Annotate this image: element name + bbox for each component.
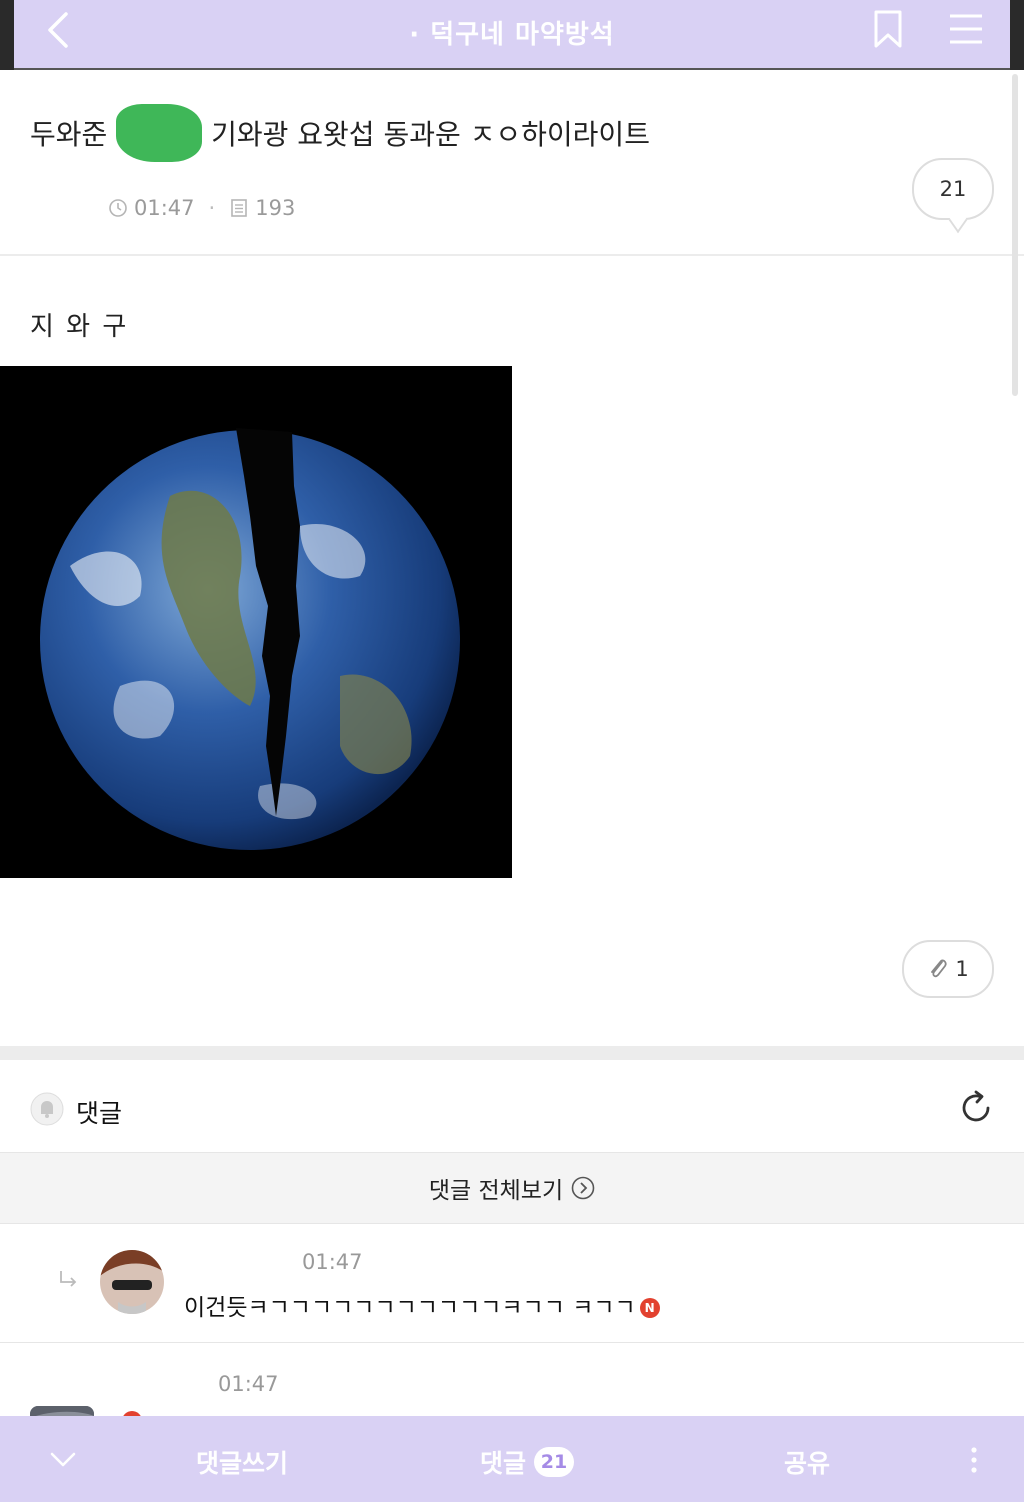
meta-separator: ·: [208, 196, 216, 220]
hamburger-menu-icon[interactable]: [948, 12, 984, 46]
view-all-comments-button[interactable]: 댓글 전체보기: [0, 1152, 1024, 1224]
scrollbar[interactable]: [1012, 74, 1018, 396]
more-vertical-icon[interactable]: [970, 1446, 978, 1474]
comment-item: 01:47 이건듯ㅋㄱㄱㄱㄱㄱㄱㄱㄱㄱㄱㄱㅋㄱㄱ ㅋㄱㄱ N: [0, 1224, 1024, 1343]
comments-label: 댓글: [76, 1099, 123, 1128]
post-meta: 01:47 · 193: [108, 196, 295, 220]
comments-count-badge: 21: [534, 1447, 575, 1477]
chevron-down-icon[interactable]: [48, 1444, 78, 1474]
attachment-count: 1: [955, 957, 969, 981]
bookmark-icon[interactable]: [872, 10, 904, 48]
post-body-text: 지 와 구: [30, 312, 129, 342]
refresh-icon[interactable]: [958, 1090, 994, 1126]
bell-icon[interactable]: [30, 1092, 64, 1126]
paperclip-icon: [931, 959, 947, 978]
view-all-label: 댓글 전체보기: [428, 1178, 564, 1204]
reply-arrow-icon: [60, 1271, 77, 1287]
post-views: 193: [255, 196, 296, 220]
comments-header: 댓글: [0, 1062, 1024, 1152]
comment-item: 01:47 N: [0, 1344, 1024, 1436]
window-edge-right: [1010, 0, 1024, 70]
comment-time: 01:47: [218, 1372, 279, 1396]
attachment-button[interactable]: 1: [902, 940, 994, 998]
cafe-title: · 덕구네 마약방석: [409, 20, 615, 50]
comment-text: 이건듯ㅋㄱㄱㄱㄱㄱㄱㄱㄱㄱㄱㄱㅋㄱㄱ ㅋㄱㄱ N: [184, 1288, 660, 1322]
post-time: 01:47: [134, 196, 195, 220]
comment-body: 이건듯ㅋㄱㄱㄱㄱㄱㄱㄱㄱㄱㄱㄱㅋㄱㄱ ㅋㄱㄱ: [184, 1295, 636, 1321]
post-title-suffix: 기와광 요왓섭 동과운 ㅈㅇ하이라이트: [211, 118, 650, 151]
new-badge-icon: N: [639, 1298, 660, 1318]
post-title-prefix: 두와준: [30, 118, 108, 151]
top-navigation-bar: · 덕구네 마약방석: [14, 0, 1010, 70]
bottom-action-bar: 댓글쓰기 댓글 21 공유: [0, 1416, 1024, 1502]
share-button[interactable]: 공유: [784, 1444, 830, 1480]
redaction-mark: [116, 104, 203, 162]
avatar[interactable]: [100, 1250, 164, 1314]
comments-button[interactable]: 댓글 21: [480, 1444, 575, 1480]
post-title: 두와준 기와광 요왓섭 동과운 ㅈㅇ하이라이트: [30, 104, 650, 162]
comment-time: 01:47: [302, 1250, 363, 1274]
comment-count-bubble[interactable]: 21: [912, 158, 994, 220]
write-comment-button[interactable]: 댓글쓰기: [196, 1444, 288, 1480]
views-icon: [231, 199, 248, 217]
chevron-right-circle-icon: [571, 1176, 595, 1200]
comments-button-label: 댓글: [480, 1449, 527, 1478]
section-divider: [0, 1046, 1024, 1060]
window-edge-left: [0, 0, 14, 70]
post-header: 두와준 기와광 요왓섭 동과운 ㅈㅇ하이라이트 01:47 · 193 21: [0, 70, 1024, 256]
cracked-earth-image[interactable]: [0, 366, 512, 878]
clock-icon: [109, 199, 127, 217]
